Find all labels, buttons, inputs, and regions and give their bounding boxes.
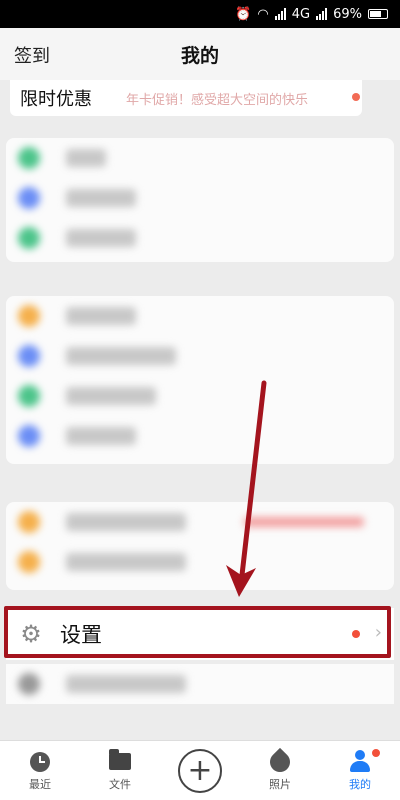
menu-group-3 [6, 502, 394, 590]
promo-banner[interactable]: 限时优惠 年卡促销！感受超大空间的快乐 [10, 80, 362, 116]
tab-mine-label: 我的 [349, 777, 371, 791]
tab-photos-label: 照片 [269, 777, 291, 791]
page-header: 签到 我的 [0, 28, 400, 80]
tab-mine[interactable]: 我的 [320, 741, 400, 800]
tab-photos[interactable]: 照片 [240, 741, 320, 800]
list-item[interactable] [6, 542, 394, 582]
promo-notification-dot [352, 93, 360, 101]
promo-label: 限时优惠 [20, 89, 92, 110]
list-item[interactable] [6, 178, 394, 218]
person-icon [349, 749, 371, 772]
tab-files[interactable]: 文件 [80, 741, 160, 800]
list-item[interactable] [6, 376, 394, 416]
menu-group-2 [6, 296, 394, 464]
wifi-icon: ◠ [257, 6, 269, 22]
list-item[interactable] [6, 296, 394, 336]
alarm-icon: ⏰ [235, 6, 252, 22]
list-item[interactable] [6, 138, 394, 178]
tab-recent-label: 最近 [29, 777, 51, 791]
tab-notification-dot [372, 748, 380, 757]
status-bar: ⏰ ◠ 4G 69% [0, 0, 400, 28]
battery-icon [368, 9, 388, 19]
menu-group-1 [6, 138, 394, 262]
clock-icon [30, 751, 50, 772]
list-item[interactable] [6, 502, 394, 542]
battery-percent: 69% [333, 6, 362, 22]
list-item[interactable] [6, 336, 394, 376]
settings-row[interactable]: ⚙ 设置 › [6, 608, 394, 660]
tab-recent[interactable]: 最近 [0, 741, 80, 800]
list-item[interactable] [6, 218, 394, 258]
signal-icon [274, 8, 286, 20]
folder-icon [109, 748, 131, 770]
promo-text: 年卡促销！感受超大空间的快乐 [126, 92, 309, 108]
plus-icon[interactable]: + [178, 748, 222, 793]
network-type: 4G [291, 6, 311, 22]
gear-icon: ⚙ [20, 620, 42, 648]
tab-add[interactable]: + [160, 741, 240, 800]
leaf-icon [265, 747, 295, 776]
tab-files-label: 文件 [109, 777, 131, 791]
help-feedback-row[interactable] [6, 664, 394, 704]
settings-label: 设置 [60, 623, 102, 647]
list-item[interactable] [6, 416, 394, 456]
bottom-tab-bar: 最近 文件 + 照片 我的 [0, 740, 400, 800]
chevron-right-icon: › [374, 622, 382, 643]
page-title: 我的 [180, 45, 219, 67]
signal-icon-2 [316, 8, 328, 20]
settings-notification-dot [352, 630, 360, 638]
